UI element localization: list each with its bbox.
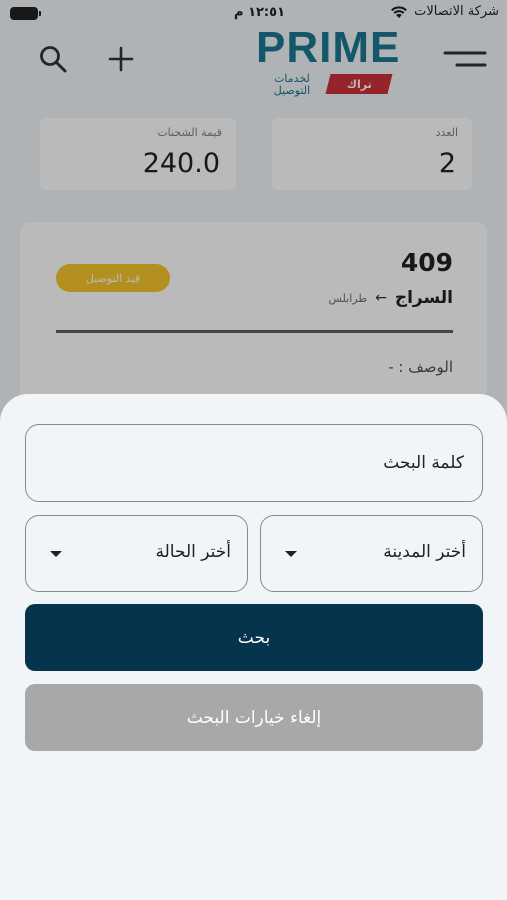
caret-down-icon: [285, 551, 297, 557]
keyword-field[interactable]: [25, 424, 483, 502]
city-dropdown-label: أختر المدينة: [383, 542, 466, 562]
keyword-input[interactable]: [26, 453, 464, 473]
status-dropdown[interactable]: أختر الحالة: [25, 515, 248, 592]
search-bottom-sheet: أختر المدينة أختر الحالة بحث إلغاء خيارا…: [0, 394, 507, 900]
search-submit-button[interactable]: بحث: [25, 604, 483, 671]
status-dropdown-label: أختر الحالة: [155, 542, 232, 562]
clear-search-options-button[interactable]: إلغاء خيارات البحث: [25, 684, 483, 751]
app-screen: ١٢:٥١ م شركة الاتصالات PRIME لخدمات التو…: [0, 0, 507, 900]
caret-down-icon: [50, 551, 62, 557]
city-dropdown[interactable]: أختر المدينة: [260, 515, 483, 592]
